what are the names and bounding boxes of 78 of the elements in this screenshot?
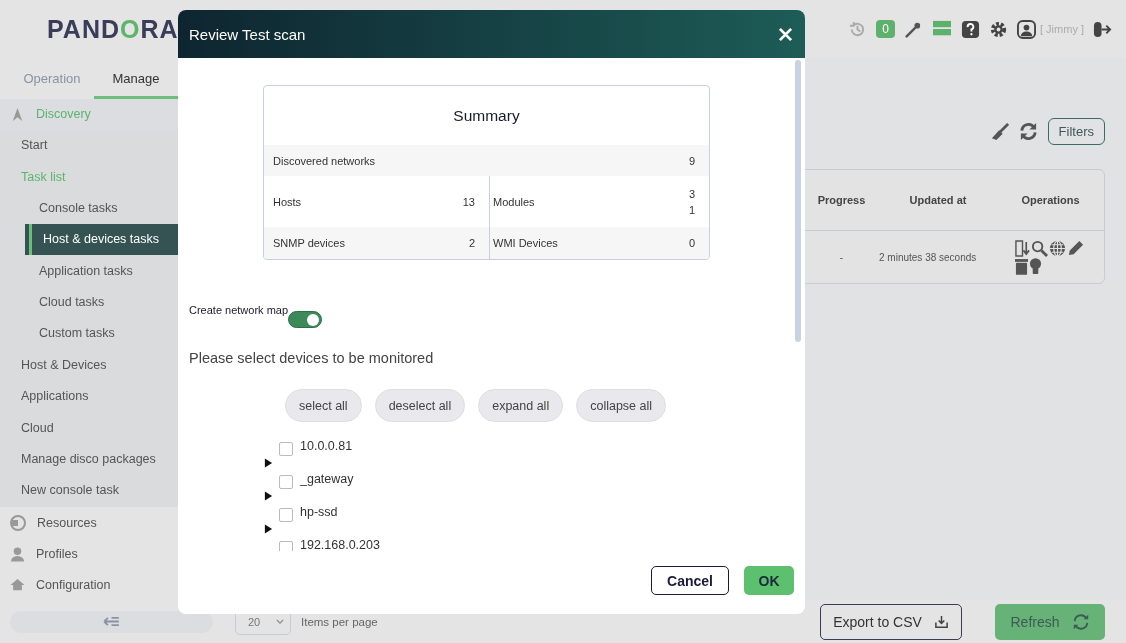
menu-item[interactable]: Configuration	[0, 569, 178, 600]
settings-icon[interactable]	[989, 19, 1008, 39]
column-header: Progress	[816, 194, 867, 206]
summary-value: 1	[688, 203, 695, 216]
menu-item[interactable]: Custom tasks	[0, 317, 178, 350]
menu-item[interactable]: Application tasks	[0, 254, 178, 287]
menu-item[interactable]: Host & Devices	[0, 349, 178, 381]
lightbulb-icon[interactable]	[1028, 257, 1042, 275]
download-icon	[933, 614, 949, 629]
menu-item[interactable]: Cloud	[0, 411, 178, 444]
device-checkbox[interactable]	[279, 508, 293, 522]
menu-item[interactable]: New console task	[0, 474, 178, 506]
summary-value: 9	[688, 154, 695, 167]
tree-button[interactable]: deselect all	[374, 389, 466, 422]
menu-item[interactable]: Applications	[0, 380, 178, 412]
summary-value: 3	[688, 187, 695, 200]
trash-icon[interactable]	[1014, 257, 1028, 275]
instruction-text: Please select devices to be monitored	[189, 350, 435, 366]
refresh-icon[interactable]	[1018, 122, 1038, 141]
table-cell-text: -	[838, 251, 845, 263]
summary-title: Summary	[452, 105, 521, 126]
person-icon	[10, 545, 25, 562]
export-icon[interactable]	[1014, 239, 1030, 257]
device-name: _gateway	[300, 472, 354, 486]
toggle-label: Create network map	[189, 304, 289, 316]
summary-value: 13	[462, 195, 475, 208]
tree-button[interactable]: collapse all	[576, 389, 667, 422]
summary-label: SNMP devices	[273, 237, 345, 249]
summary-value: 2	[468, 237, 475, 249]
ok-button[interactable]: OK	[744, 566, 794, 595]
column-header: Updated at	[908, 194, 968, 206]
close-icon[interactable]	[778, 26, 793, 42]
page-size-label: Items per page	[301, 615, 378, 628]
menu-item[interactable]: Console tasks	[0, 192, 178, 224]
cancel-button[interactable]: Cancel	[651, 566, 729, 595]
help-icon[interactable]	[961, 19, 980, 39]
device-name: hp-ssd	[300, 505, 338, 519]
expand-arrow-icon[interactable]	[264, 524, 273, 534]
menu-item[interactable]: Host & devices tasks	[25, 223, 178, 255]
refresh-button[interactable]: Refresh	[995, 603, 1105, 640]
menu-item[interactable]: Profiles	[0, 538, 178, 569]
rocket-icon	[10, 106, 25, 122]
dropdown-caret-icon	[276, 619, 284, 624]
summary-label: Hosts	[273, 195, 302, 208]
summary-label: Discovered networks	[273, 154, 376, 167]
globe-icon[interactable]	[1048, 239, 1066, 257]
pencil-icon[interactable]	[1066, 239, 1084, 257]
export-button[interactable]: Export to CSV	[820, 603, 962, 640]
menu-item[interactable]: Resources	[0, 507, 178, 538]
summary-label: WMI Devices	[493, 237, 558, 249]
device-checkbox[interactable]	[279, 442, 293, 456]
device-checkbox[interactable]	[279, 541, 293, 551]
column-header: Operations	[1020, 194, 1081, 206]
menu-item[interactable]: Start	[0, 129, 178, 162]
user-icon[interactable]	[1017, 19, 1036, 39]
broom-icon[interactable]	[990, 122, 1009, 141]
house-icon	[10, 577, 25, 592]
table-cell-text: 2 minutes 38 seconds	[879, 251, 978, 263]
logo: PANDORA	[47, 14, 179, 44]
summary-value: 0	[688, 237, 695, 249]
device-name: 10.0.0.81	[300, 439, 353, 453]
menu-item[interactable]: Cloud tasks	[0, 286, 178, 318]
dialog-title: Review Test scan	[189, 25, 306, 43]
device-checkbox[interactable]	[279, 475, 293, 489]
expand-arrow-icon[interactable]	[264, 491, 273, 501]
refresh-icon	[1071, 612, 1090, 631]
filters-button[interactable]: Filters	[1047, 118, 1105, 145]
collapse-icon	[103, 616, 120, 627]
search-icon[interactable]	[1030, 239, 1048, 257]
plug-icon	[10, 514, 26, 531]
tree-button[interactable]: select all	[285, 389, 362, 422]
tree-button[interactable]: expand all	[478, 389, 564, 422]
expand-arrow-icon[interactable]	[264, 458, 273, 468]
menu-item[interactable]: Manage disco packages	[0, 443, 178, 475]
device-name: 192.168.0.203	[300, 538, 380, 551]
summary-label: Modules	[493, 195, 535, 208]
logout-icon[interactable]	[1093, 19, 1112, 39]
toggle-switch[interactable]	[288, 311, 323, 328]
